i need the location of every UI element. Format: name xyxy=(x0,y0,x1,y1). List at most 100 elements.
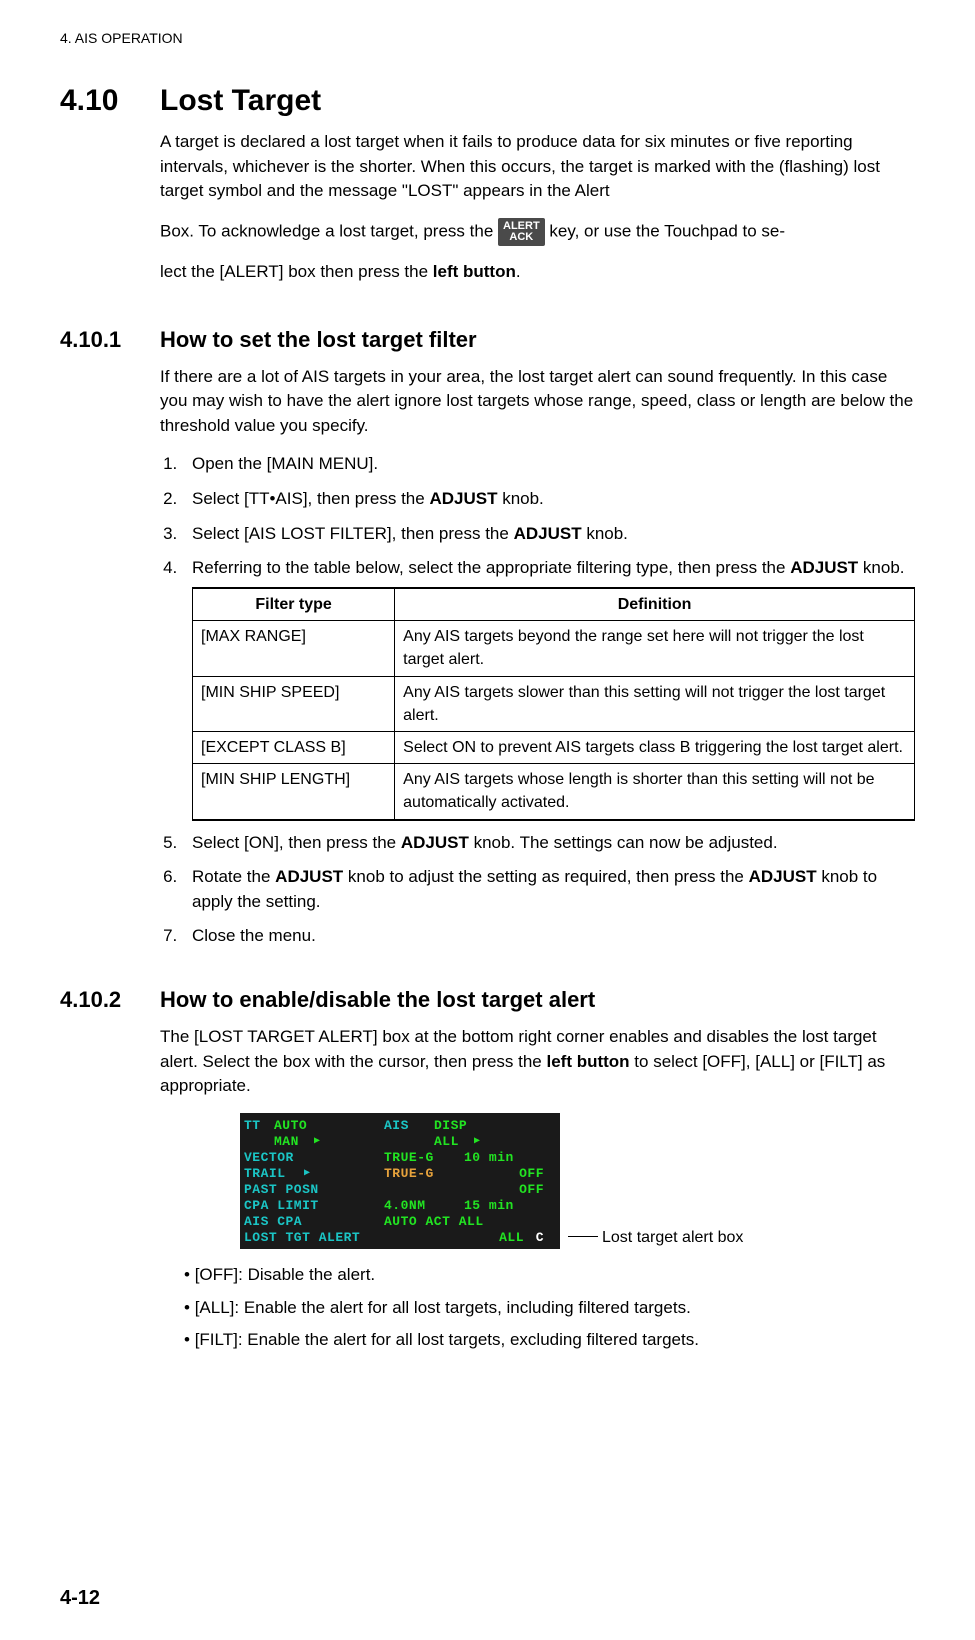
subsection-title: How to enable/disable the lost target al… xyxy=(160,987,595,1013)
list-item: [ALL]: Enable the alert for all lost tar… xyxy=(184,1296,915,1321)
step-4: Referring to the table below, select the… xyxy=(182,556,915,820)
panel-row: AIS CPA AUTO ACT ALL xyxy=(244,1213,556,1229)
adjust-knob-label: ADJUST xyxy=(790,558,858,577)
adjust-knob-label: ADJUST xyxy=(275,867,343,886)
section-title: Lost Target xyxy=(160,84,321,118)
panel-all-value: ALL xyxy=(464,1230,524,1245)
filter-type-cell: [MAX RANGE] xyxy=(193,621,395,676)
step-text: Referring to the table below, select the… xyxy=(192,558,790,577)
table-row: [MIN SHIP LENGTH] Any AIS targets whose … xyxy=(193,764,915,820)
filter-type-cell: [EXCEPT CLASS B] xyxy=(193,731,395,763)
panel-vector-label: VECTOR xyxy=(244,1150,384,1165)
steps-list: Open the [MAIN MENU]. Select [TT•AIS], t… xyxy=(160,452,915,949)
filter-type-cell: [MIN SHIP SPEED] xyxy=(193,676,395,731)
definition-cell: Any AIS targets whose length is shorter … xyxy=(395,764,915,820)
alert-ack-key-icon: ALERT ACK xyxy=(498,218,545,246)
table-row: [MAX RANGE] Any AIS targets beyond the r… xyxy=(193,621,915,676)
panel-man-label: MAN xyxy=(274,1134,314,1149)
intro-text: lect the [ALERT] box then press the xyxy=(160,262,433,281)
options-list: [OFF]: Disable the alert. [ALL]: Enable … xyxy=(160,1263,915,1353)
callout-label: Lost target alert box xyxy=(602,1229,743,1247)
callout-line-icon xyxy=(568,1236,598,1237)
intro-text: Box. To acknowledge a lost target, press… xyxy=(160,221,498,240)
left-button-label: left button xyxy=(433,262,516,281)
subsection-number: 4.10.1 xyxy=(60,327,160,353)
table-header-definition: Definition xyxy=(395,588,915,621)
step-text: knob. xyxy=(497,489,543,508)
step-6: Rotate the ADJUST knob to adjust the set… xyxy=(182,865,915,914)
panel-row: CPA LIMIT 4.0NM 15 min xyxy=(244,1197,556,1213)
panel-time-value: 10 min xyxy=(464,1150,514,1165)
subsection-number: 4.10.2 xyxy=(60,987,160,1013)
step-text: Select [AIS LOST FILTER], then press the xyxy=(192,524,514,543)
list-item: [OFF]: Disable the alert. xyxy=(184,1263,915,1288)
panel-cpa-limit-label: CPA LIMIT xyxy=(244,1198,384,1213)
panel-trail-label: TRAIL xyxy=(244,1166,304,1181)
section-number: 4.10 xyxy=(60,84,160,118)
step-1: Open the [MAIN MENU]. xyxy=(182,452,915,477)
callout: Lost target alert box xyxy=(568,1229,743,1249)
list-item: [FILT]: Enable the alert for all lost ta… xyxy=(184,1328,915,1353)
definition-cell: Any AIS targets slower than this setting… xyxy=(395,676,915,731)
panel-time-value: 15 min xyxy=(464,1198,514,1213)
step-text: Select [ON], then press the xyxy=(192,833,401,852)
definition-cell: Select ON to prevent AIS targets class B… xyxy=(395,731,915,763)
step-7: Close the menu. xyxy=(182,924,915,949)
subsection-paragraph: The [LOST TARGET ALERT] box at the botto… xyxy=(160,1025,915,1099)
step-text: knob to adjust the setting as required, … xyxy=(343,867,748,886)
filter-type-cell: [MIN SHIP LENGTH] xyxy=(193,764,395,820)
table-row: [EXCEPT CLASS B] Select ON to prevent AI… xyxy=(193,731,915,763)
subsection-title: How to set the lost target filter xyxy=(160,327,477,353)
page-number: 4-12 xyxy=(60,1587,100,1610)
left-button-label: left button xyxy=(546,1052,629,1071)
panel-ais-label: AIS xyxy=(384,1118,434,1133)
intro-text: . xyxy=(516,262,521,281)
panel-off-value: OFF xyxy=(464,1182,544,1197)
panel-all-label: ALL xyxy=(434,1134,474,1149)
adjust-knob-label: ADJUST xyxy=(514,524,582,543)
step-3: Select [AIS LOST FILTER], then press the… xyxy=(182,522,915,547)
panel-arrow-icon: ▶ xyxy=(304,1167,384,1179)
panel-row: MAN ▶ ALL ▶ xyxy=(244,1133,556,1149)
adjust-knob-label: ADJUST xyxy=(749,867,817,886)
panel-auto-label: AUTO xyxy=(274,1118,324,1133)
panel-auto-act-value: AUTO ACT ALL xyxy=(384,1214,484,1229)
running-header: 4. AIS OPERATION xyxy=(60,30,915,46)
panel-true-g-value: TRUE-G xyxy=(384,1166,464,1181)
panel-tt-label: TT xyxy=(244,1118,274,1133)
panel-arrow-icon: ▶ xyxy=(314,1135,384,1147)
panel-lost-tgt-alert-label: LOST TGT ALERT xyxy=(244,1230,464,1245)
panel-row: VECTOR TRUE-G 10 min xyxy=(244,1149,556,1165)
step-text: Rotate the xyxy=(192,867,275,886)
step-text: knob. The settings can now be adjusted. xyxy=(469,833,778,852)
section-intro-paragraph-1: A target is declared a lost target when … xyxy=(160,130,915,204)
panel-row-lost-tgt-alert: LOST TGT ALERT ALL C xyxy=(244,1229,556,1245)
step-text: Select [TT•AIS], then press the xyxy=(192,489,429,508)
filter-type-table: Filter type Definition [MAX RANGE] Any A… xyxy=(192,587,915,821)
panel-arrow-icon: ▶ xyxy=(474,1135,481,1147)
panel-past-posn-label: PAST POSN xyxy=(244,1182,464,1197)
lost-target-alert-panel: TT AUTO AIS DISP MAN ▶ ALL ▶ VECTOR TRUE… xyxy=(240,1113,560,1249)
panel-true-g-value: TRUE-G xyxy=(384,1150,464,1165)
panel-off-value: OFF xyxy=(464,1166,544,1181)
intro-text: key, or use the Touchpad to se- xyxy=(549,221,785,240)
table-header-filter-type: Filter type xyxy=(193,588,395,621)
step-text: knob. xyxy=(858,558,904,577)
table-header-row: Filter type Definition xyxy=(193,588,915,621)
section-intro-paragraph-3: lect the [ALERT] box then press the left… xyxy=(160,260,915,285)
step-5: Select [ON], then press the ADJUST knob.… xyxy=(182,831,915,856)
panel-c-indicator: C xyxy=(524,1230,544,1245)
keycap-line2: ACK xyxy=(503,232,540,243)
adjust-knob-label: ADJUST xyxy=(429,489,497,508)
step-2: Select [TT•AIS], then press the ADJUST k… xyxy=(182,487,915,512)
panel-ais-cpa-label: AIS CPA xyxy=(244,1214,384,1229)
step-text: knob. xyxy=(582,524,628,543)
definition-cell: Any AIS targets beyond the range set her… xyxy=(395,621,915,676)
panel-row: PAST POSN OFF xyxy=(244,1181,556,1197)
table-row: [MIN SHIP SPEED] Any AIS targets slower … xyxy=(193,676,915,731)
panel-disp-label: DISP xyxy=(434,1118,494,1133)
subsection-paragraph: If there are a lot of AIS targets in you… xyxy=(160,365,915,439)
adjust-knob-label: ADJUST xyxy=(401,833,469,852)
panel-row: TRAIL ▶ TRUE-G OFF xyxy=(244,1165,556,1181)
panel-distance-value: 4.0NM xyxy=(384,1198,464,1213)
